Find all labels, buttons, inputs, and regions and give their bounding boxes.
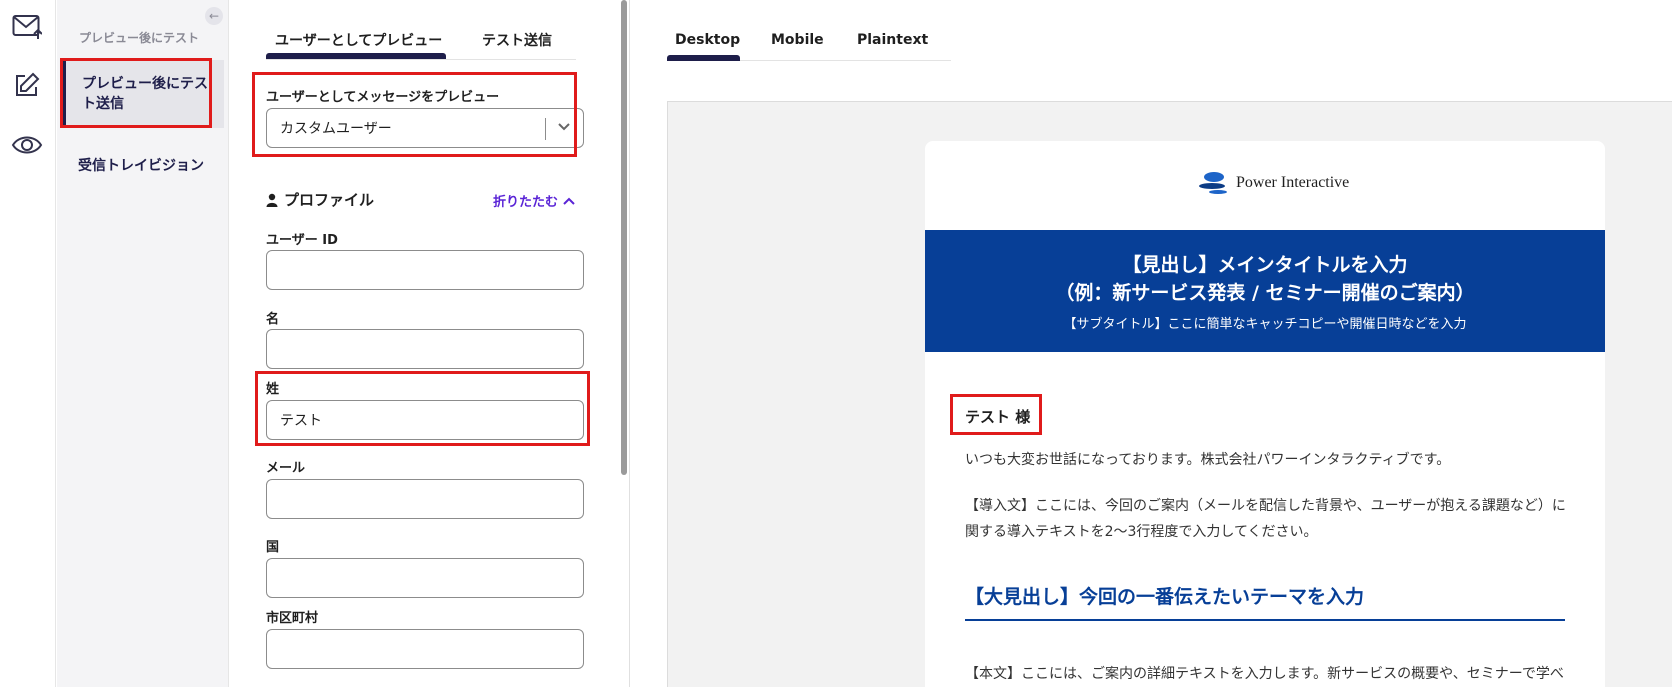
active-tab-indicator: [266, 53, 446, 59]
greeting: テスト 様: [965, 408, 1031, 426]
subnav-heading: プレビュー後にテスト: [79, 31, 200, 45]
chevron-down-icon[interactable]: [557, 119, 571, 137]
subnav-item-label: プレビュー後にテスト送信: [82, 76, 208, 112]
collapse-arrow-icon[interactable]: ←: [205, 7, 223, 25]
tab-preview-as-user[interactable]: ユーザーとしてプレビュー: [275, 30, 442, 50]
hero-title-line2: （例：新サービス発表 / セミナー開催のご案内）: [1055, 282, 1475, 304]
section-heading: 【大見出し】今回の一番伝えたいテーマを入力: [965, 582, 1565, 621]
email-preview-area: Desktop Mobile Plaintext Power Interacti…: [631, 0, 1672, 687]
body-paragraph: 【本文】ここには、ご案内の詳細テキストを入力します。新サービスの概要や、セミナー…: [965, 666, 1564, 682]
preview-canvas: Power Interactive 【見出し】メインタイトルを入力 （例：新サー…: [667, 101, 1672, 687]
first-name-input[interactable]: [266, 329, 584, 369]
email-input[interactable]: [266, 479, 584, 519]
secondary-nav: ← プレビュー後にテスト プレビュー後にテスト送信 受信トレイビジョン: [57, 0, 229, 687]
lead-paragraph: 【導入文】ここには、今回のご案内（メールを配信した背景や、ユーザーが抱える課題な…: [965, 498, 1566, 540]
mail-send-icon[interactable]: [8, 8, 46, 46]
preview-as-user-label: ユーザーとしてメッセージをプレビュー: [266, 90, 500, 105]
subnav-item-preview-test-send[interactable]: プレビュー後にテスト送信: [62, 60, 224, 128]
panel-tabs: ユーザーとしてプレビュー テスト送信: [266, 0, 576, 60]
country-input[interactable]: [266, 558, 584, 598]
hero-banner: 【見出し】メインタイトルを入力 （例：新サービス発表 / セミナー開催のご案内）…: [925, 230, 1605, 352]
tab-desktop[interactable]: Desktop: [675, 32, 740, 48]
user-type-select[interactable]: カスタムユーザー: [266, 108, 584, 148]
eye-icon[interactable]: [8, 126, 46, 164]
profile-title: プロファイル: [284, 191, 375, 209]
intro-paragraph: いつも大変お世話になっております。株式会社パワーインタラクティブです。: [965, 452, 1451, 468]
field-label: ユーザー ID: [266, 233, 338, 248]
icon-rail: [0, 0, 56, 687]
field-label: 名: [266, 312, 280, 327]
device-tabs: Desktop Mobile Plaintext: [667, 0, 951, 61]
logo-mark-icon: [1199, 172, 1227, 194]
user-icon: [266, 193, 278, 207]
edit-icon[interactable]: [8, 66, 46, 104]
user-id-input[interactable]: [266, 250, 584, 290]
tab-plaintext[interactable]: Plaintext: [857, 32, 928, 48]
field-label: 市区町村: [266, 611, 319, 626]
collapse-label: 折りたたむ: [493, 195, 559, 210]
collapse-button[interactable]: 折りたたむ: [493, 191, 576, 210]
field-label: 姓: [266, 382, 280, 397]
active-tab-indicator: [667, 55, 740, 61]
hero-subtitle: 【サブタイトル】ここに簡単なキャッチコピーや開催日時などを入力: [1063, 317, 1467, 332]
user-type-select-value: カスタムユーザー: [280, 121, 392, 137]
panel-scrollbar[interactable]: [621, 0, 627, 475]
logo-text: Power Interactive: [1236, 174, 1350, 191]
email-body: Power Interactive 【見出し】メインタイトルを入力 （例：新サー…: [925, 141, 1605, 687]
field-label: 国: [266, 540, 280, 555]
brand-logo: Power Interactive: [1198, 171, 1349, 195]
hero-title-line1: 【見出し】メインタイトルを入力: [1122, 254, 1408, 276]
last-name-input[interactable]: [266, 400, 584, 440]
chevron-up-icon: [563, 197, 575, 205]
city-input[interactable]: [266, 629, 584, 669]
subnav-item-label: 受信トレイビジョン: [78, 158, 204, 174]
field-label: メール: [266, 461, 306, 476]
select-divider: [545, 118, 546, 140]
profile-section-title: プロファイル: [266, 189, 374, 210]
tab-mobile[interactable]: Mobile: [771, 32, 824, 48]
subnav-item-inbox-vision[interactable]: 受信トレイビジョン: [62, 142, 224, 190]
preview-settings-panel: ユーザーとしてプレビュー テスト送信 ユーザーとしてメッセージをプレビュー カス…: [230, 0, 630, 687]
tab-test-send[interactable]: テスト送信: [482, 30, 552, 50]
